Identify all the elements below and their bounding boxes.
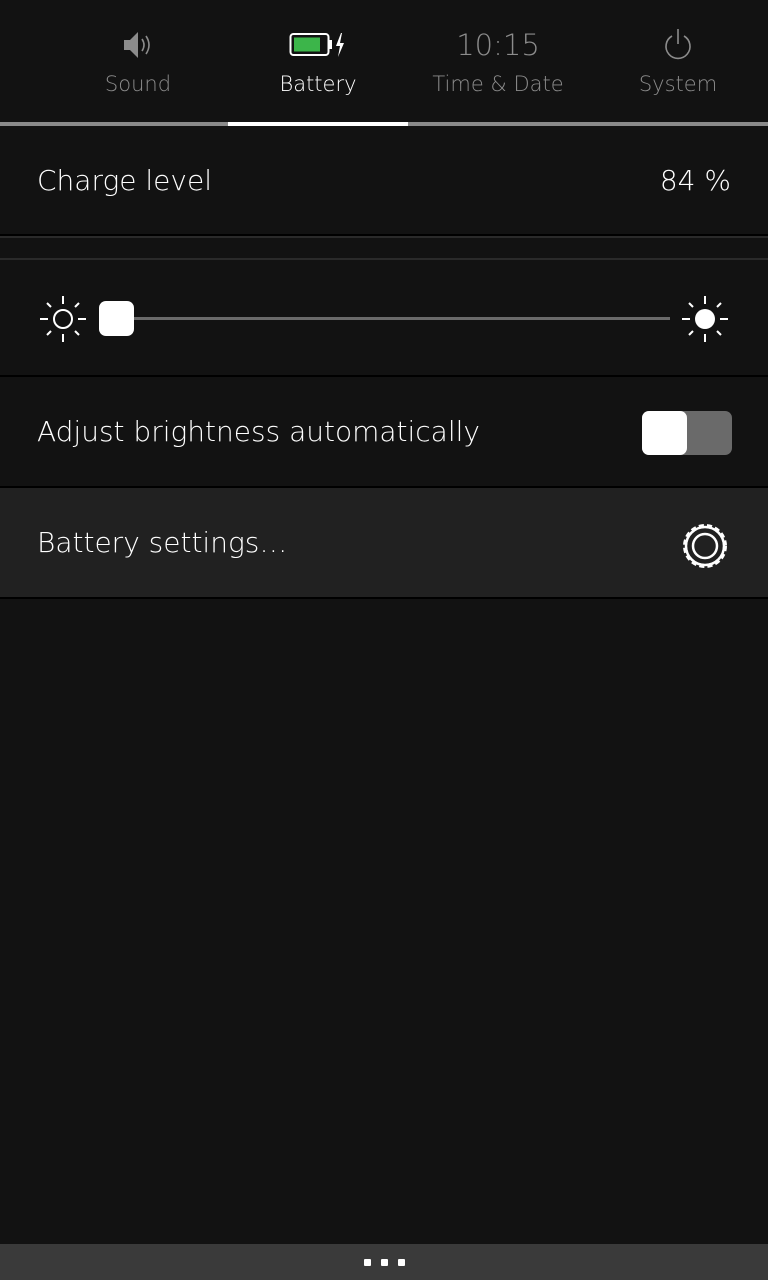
brightness-high-icon	[680, 294, 730, 348]
brightness-row	[0, 260, 768, 377]
tab-battery[interactable]: Battery	[228, 0, 408, 122]
charge-level-value: 84 %	[659, 164, 731, 197]
brightness-slider-track[interactable]	[118, 317, 670, 320]
tab-label: Battery	[279, 72, 357, 96]
clock-time: 10:15	[456, 28, 540, 62]
tab-label: Time & Date	[432, 72, 564, 96]
speaker-icon	[48, 26, 228, 64]
gear-icon	[680, 521, 730, 575]
handle-dot	[397, 1258, 405, 1266]
tab-time-date[interactable]: 10:15 Time & Date	[408, 0, 588, 122]
battery-settings-label: Battery settings…	[37, 526, 288, 559]
tab-sound[interactable]: Sound	[48, 0, 228, 122]
indicator-tabs: Sound Battery 10:15 Time & Date System	[0, 0, 768, 122]
bottom-handle[interactable]	[0, 1244, 768, 1280]
handle-dot	[363, 1258, 371, 1266]
auto-brightness-row: Adjust brightness automatically	[0, 377, 768, 488]
auto-brightness-label: Adjust brightness automatically	[37, 415, 480, 448]
tab-label: Sound	[104, 72, 172, 96]
tab-network[interactable]	[0, 0, 48, 122]
brightness-slider-thumb[interactable]	[99, 301, 134, 336]
auto-brightness-toggle[interactable]	[642, 411, 732, 455]
charge-level-row: Charge level 84 %	[0, 126, 768, 236]
tab-system[interactable]: System	[588, 0, 768, 122]
handle-dot	[380, 1258, 388, 1266]
power-icon	[588, 26, 768, 64]
divider	[0, 236, 768, 238]
toggle-knob	[642, 411, 687, 455]
battery-settings-row[interactable]: Battery settings…	[0, 488, 768, 599]
battery-charging-icon	[228, 26, 408, 64]
brightness-low-icon	[38, 294, 88, 348]
network-icon	[0, 26, 48, 64]
charge-level-label: Charge level	[37, 164, 212, 197]
tab-label: System	[638, 72, 718, 96]
